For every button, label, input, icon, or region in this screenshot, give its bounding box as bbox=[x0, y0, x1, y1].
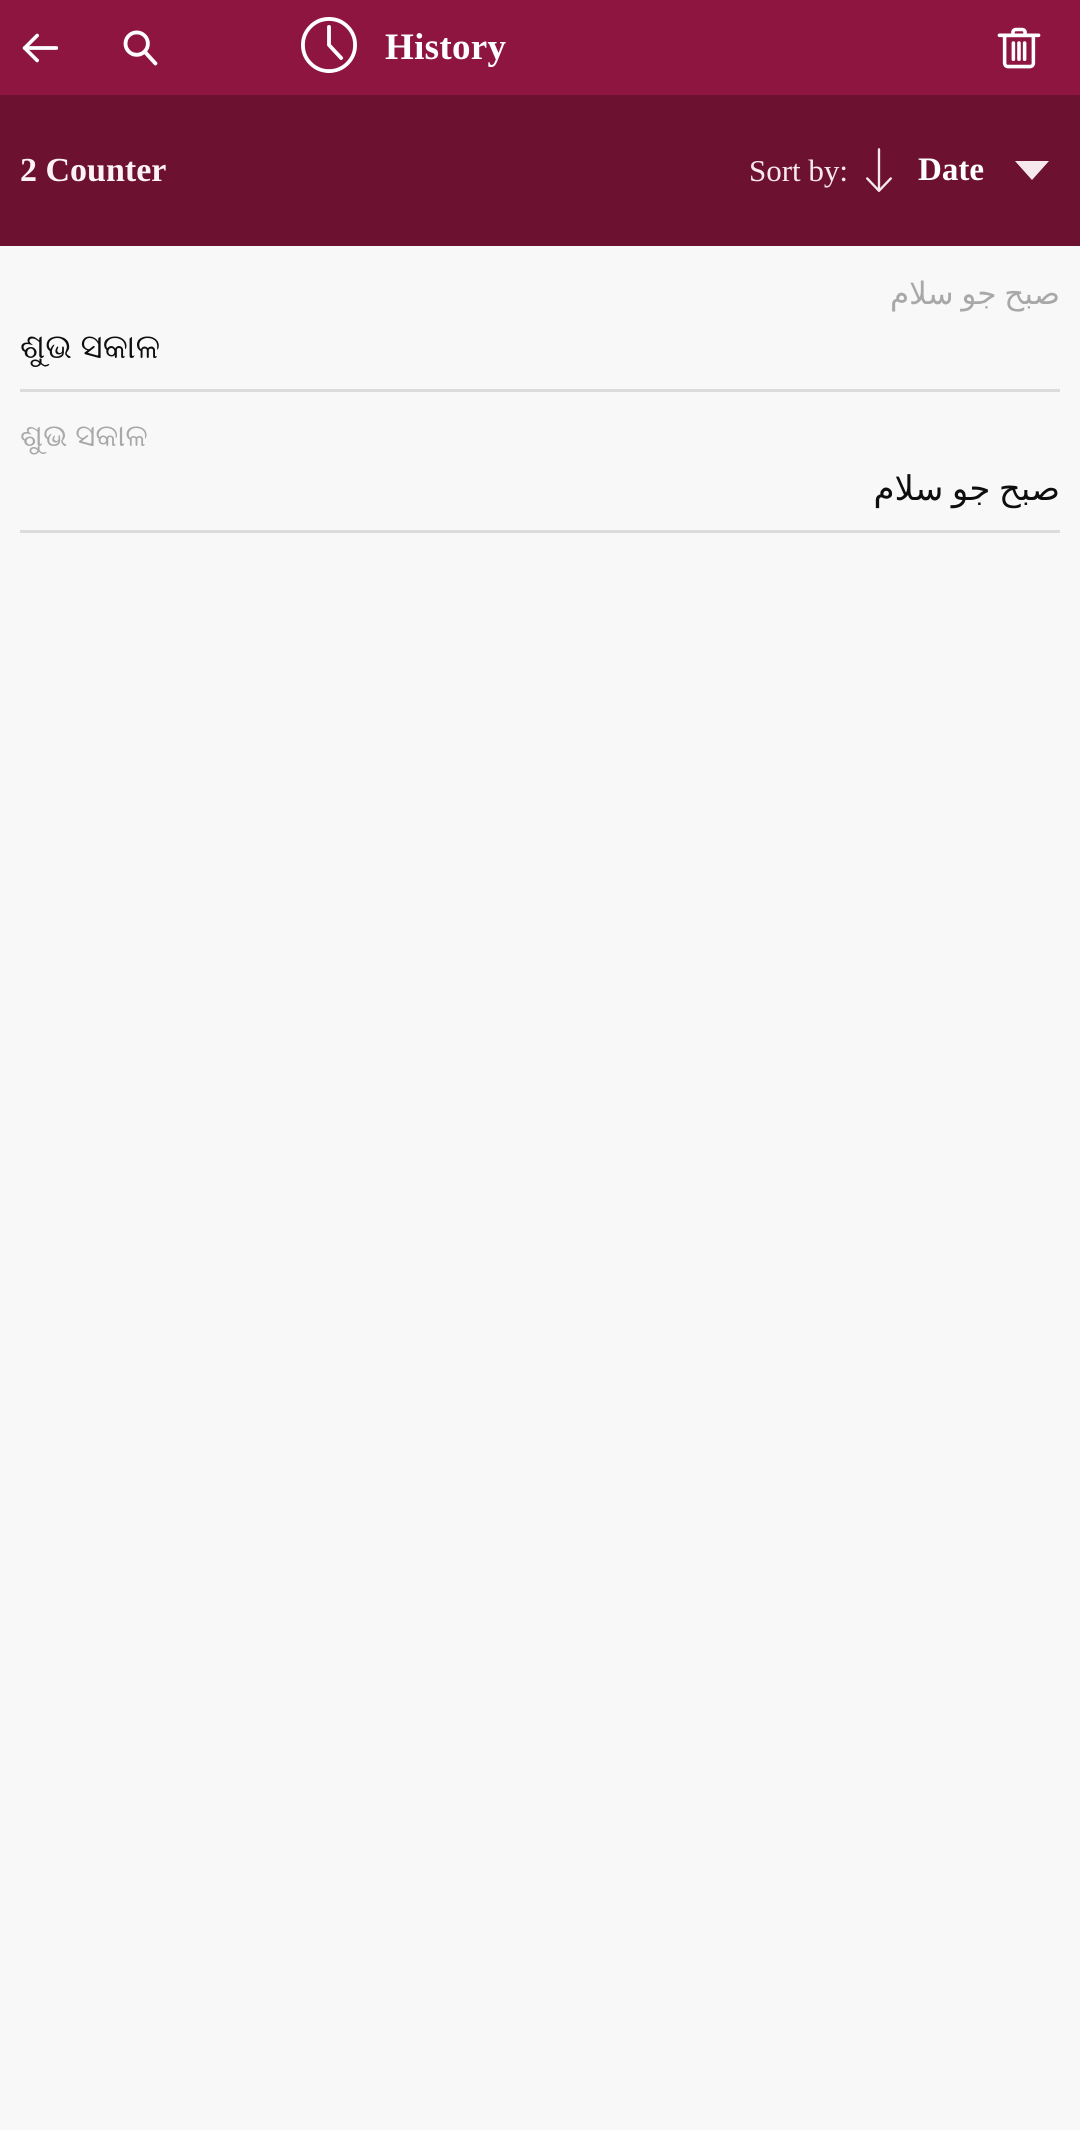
arrow-down-icon[interactable] bbox=[848, 140, 910, 202]
caret-down-icon[interactable] bbox=[984, 141, 1080, 201]
list-divider bbox=[20, 530, 1060, 534]
app-bar-title-group: History bbox=[295, 0, 506, 95]
sort-bar: 2 Counter Sort by: Date bbox=[0, 95, 1080, 246]
history-item[interactable]: صبح جو سلام ଶୁଭ ସକାଳ bbox=[0, 250, 1080, 392]
empty-list-area bbox=[0, 533, 1080, 2094]
sort-by-label: Sort by: bbox=[748, 152, 849, 188]
back-arrow-icon[interactable] bbox=[2, 10, 78, 86]
history-target-text: ଶୁଭ ସକାଳ bbox=[20, 329, 161, 367]
history-source-text: ଶୁଭ ସକାଳ bbox=[20, 417, 148, 453]
page-title: History bbox=[385, 27, 507, 68]
clock-icon bbox=[295, 11, 363, 84]
sort-control-group[interactable]: Sort by: Date bbox=[749, 95, 1080, 246]
history-source-text: صبح جو سلام bbox=[889, 276, 1060, 311]
history-list: صبح جو سلام ଶୁଭ ସକାଳ ଶୁଭ ସକାଳ صبح جو سلا… bbox=[0, 246, 1080, 2094]
history-target-text: صبح جو سلام bbox=[873, 470, 1061, 508]
counter-label: 2 Counter bbox=[20, 151, 167, 189]
search-icon[interactable] bbox=[102, 10, 178, 86]
sort-value-label[interactable]: Date bbox=[918, 152, 984, 189]
history-item[interactable]: ଶୁଭ ସକାଳ صبح جو سلام bbox=[0, 392, 1080, 534]
trash-icon[interactable] bbox=[981, 10, 1057, 86]
app-bar: History bbox=[0, 0, 1080, 95]
